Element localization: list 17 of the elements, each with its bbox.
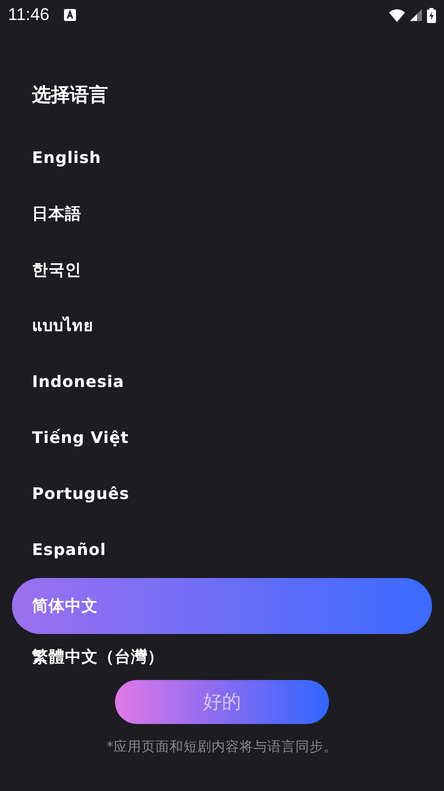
keyboard-a-icon	[64, 9, 76, 21]
language-option[interactable]: Português	[0, 466, 444, 522]
status-time: 11:46	[8, 5, 50, 25]
sync-note: *应用页面和短剧内容将与语言同步。	[106, 738, 338, 756]
language-option[interactable]: 繁體中文（台灣）	[0, 634, 164, 680]
language-option[interactable]: English	[0, 130, 444, 186]
language-option[interactable]: 한국인	[0, 242, 444, 298]
wifi-icon	[389, 8, 405, 22]
signal-icon	[410, 9, 422, 21]
page-title: 选择语言	[32, 83, 109, 108]
language-option[interactable]: Tiếng Việt	[0, 410, 444, 466]
language-option[interactable]: Español	[0, 522, 444, 578]
battery-icon	[427, 8, 436, 22]
language-option[interactable]: แบบไทย	[0, 298, 444, 354]
language-option[interactable]: Indonesia	[0, 354, 444, 410]
language-option[interactable]: 简体中文	[12, 578, 432, 634]
language-option[interactable]: 日本語	[0, 186, 444, 242]
